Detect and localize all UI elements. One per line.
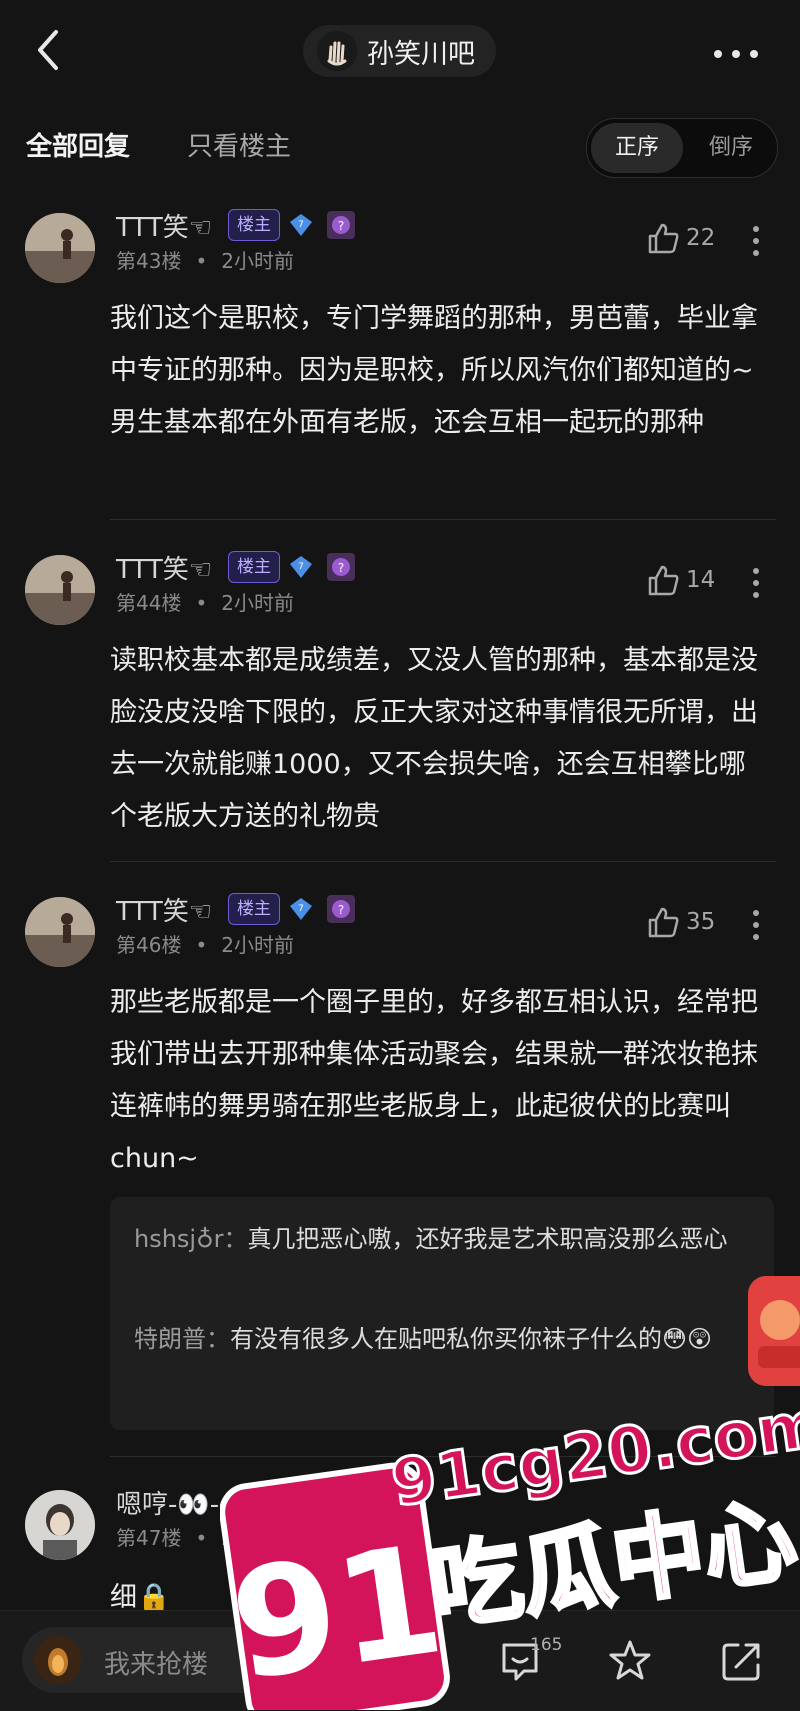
sort-ascending-button[interactable]: 正序 bbox=[591, 123, 683, 173]
user-badges: 楼主 7 ? bbox=[228, 551, 356, 583]
reply-count: 165 bbox=[530, 1635, 563, 1655]
meta-dot: • bbox=[195, 591, 208, 615]
like-button[interactable]: 14 bbox=[646, 563, 736, 603]
top-bar: 孙笑川吧 bbox=[0, 0, 800, 100]
svg-text:7: 7 bbox=[298, 562, 304, 572]
post-time: 2小时前 bbox=[221, 933, 294, 957]
divider bbox=[110, 1456, 776, 1457]
op-badge: 楼主 bbox=[228, 209, 280, 241]
post-content: 读职校基本都是成绩差，又没人管的那种，基本都是没脸没皮没啥下限的，反正大家对这种… bbox=[110, 645, 758, 832]
more-horizontal-icon[interactable] bbox=[712, 45, 760, 58]
post-meta: 第46楼 • 2小时前 bbox=[116, 929, 294, 958]
tab-op-only[interactable]: 只看楼主 bbox=[187, 126, 291, 163]
op-badge: 楼主 bbox=[228, 893, 280, 925]
floor-number: 第43楼 bbox=[116, 249, 182, 273]
svg-text:?: ? bbox=[338, 903, 344, 917]
post-content: 我们这个是职校，专门学舞蹈的那种，男芭蕾，毕业拿中专证的那种。因为是职校，所以风… bbox=[110, 303, 758, 438]
reply-input-placeholder: 我来抢楼 bbox=[104, 1650, 209, 1680]
sub-reply: hshsj♁r：真几把恶心嗷，还好我是艺术职高没那么恶心 bbox=[134, 1217, 759, 1261]
reply-filter-tabs: 全部回复 只看楼主 正序 倒序 bbox=[0, 104, 800, 188]
star-icon[interactable] bbox=[606, 1637, 654, 1685]
sort-descending-button[interactable]: 倒序 bbox=[685, 123, 777, 173]
post-meta: 第47楼 • 2小时前 bbox=[116, 1522, 294, 1551]
forum-avatar bbox=[317, 31, 357, 71]
post-time: 2小时前 bbox=[221, 249, 294, 273]
reply-author[interactable]: 特朗普： bbox=[134, 1325, 230, 1353]
like-button[interactable]: 35 bbox=[646, 905, 736, 945]
reply-input[interactable]: 我来抢楼 bbox=[22, 1627, 422, 1693]
my-avatar bbox=[34, 1636, 82, 1684]
like-count: 14 bbox=[686, 567, 716, 593]
diamond-icon: 7 bbox=[290, 898, 312, 920]
like-count: 22 bbox=[686, 225, 716, 251]
more-vertical-icon[interactable] bbox=[750, 221, 762, 261]
avatar[interactable] bbox=[25, 213, 95, 283]
svg-text:7: 7 bbox=[298, 904, 304, 914]
thumbs-up-icon bbox=[648, 223, 679, 254]
username[interactable]: TTT笑☜ bbox=[116, 207, 212, 244]
more-vertical-icon[interactable] bbox=[750, 905, 762, 945]
meta-dot: • bbox=[195, 933, 208, 957]
level-badge-icon bbox=[298, 1488, 324, 1513]
reply-text: 真几把恶心嗷，还好我是艺术职高没那么恶心 bbox=[247, 1225, 728, 1253]
thumbs-up-icon bbox=[648, 565, 679, 596]
forum-link[interactable]: 孙笑川吧 bbox=[303, 25, 496, 77]
post-content: 那些老版都是一个圈子里的，好多都互相认识，经常把我们带出去开那种集体活动聚会，结… bbox=[110, 987, 758, 1174]
svg-text:?: ? bbox=[338, 219, 344, 233]
sub-replies-box[interactable]: hshsj♁r：真几把恶心嗷，还好我是艺术职高没那么恶心 特朗普：有没有很多人在… bbox=[110, 1197, 774, 1430]
floor-number: 第47楼 bbox=[116, 1526, 182, 1550]
diamond-icon: 7 bbox=[290, 556, 312, 578]
tab-all-replies[interactable]: 全部回复 bbox=[26, 126, 130, 163]
op-badge: 楼主 bbox=[228, 551, 280, 583]
divider bbox=[110, 519, 776, 520]
level-badge-icon: ? bbox=[327, 211, 355, 239]
avatar[interactable] bbox=[25, 897, 95, 967]
divider bbox=[110, 861, 776, 862]
meta-dot: • bbox=[195, 1526, 208, 1550]
share-icon[interactable] bbox=[718, 1637, 766, 1685]
svg-text:7: 7 bbox=[298, 220, 304, 230]
floor-number: 第46楼 bbox=[116, 933, 182, 957]
post-meta: 第43楼 • 2小时前 bbox=[116, 245, 294, 274]
avatar[interactable] bbox=[25, 555, 95, 625]
avatar[interactable] bbox=[25, 1490, 95, 1560]
diamond-icon: 7 bbox=[290, 214, 312, 236]
thumbs-up-icon bbox=[648, 907, 679, 938]
meta-dot: • bbox=[195, 249, 208, 273]
sort-order-toggle: 正序 倒序 bbox=[586, 118, 778, 178]
bottom-bar: 我来抢楼 165 bbox=[0, 1610, 800, 1711]
username[interactable]: TTT笑☜ bbox=[116, 891, 212, 928]
like-button[interactable]: 22 bbox=[646, 221, 736, 261]
reply-author[interactable]: hshsj♁r： bbox=[134, 1225, 248, 1253]
post-time: 2小时前 bbox=[221, 591, 294, 615]
post-meta: 第44楼 • 2小时前 bbox=[116, 587, 294, 616]
username[interactable]: TTT笑☜ bbox=[116, 549, 212, 586]
chevron-left-icon[interactable] bbox=[30, 28, 70, 72]
diamond-icon: 7 bbox=[260, 1490, 282, 1512]
level-badge-icon: ? bbox=[327, 553, 355, 581]
forum-name: 孙笑川吧 bbox=[367, 38, 475, 70]
post-time: 2小时前 bbox=[221, 1526, 294, 1550]
level-badge-icon: ? bbox=[327, 895, 355, 923]
svg-text:7: 7 bbox=[268, 1496, 274, 1506]
like-count: 35 bbox=[686, 909, 716, 935]
floating-activity-icon[interactable] bbox=[744, 1276, 800, 1396]
reply-text: 有没有很多人在贴吧私你买你袜子什么的😳😲 bbox=[230, 1325, 713, 1353]
floor-number: 第44楼 bbox=[116, 591, 182, 615]
sub-reply: 特朗普：有没有很多人在贴吧私你买你袜子什么的😳😲 bbox=[134, 1317, 759, 1361]
user-badges: 7 bbox=[250, 1486, 326, 1516]
user-badges: 楼主 7 ? bbox=[228, 209, 356, 241]
svg-text:?: ? bbox=[338, 561, 344, 575]
user-badges: 楼主 7 ? bbox=[228, 893, 356, 925]
username[interactable]: 嗯哼-👀- bbox=[116, 1484, 219, 1521]
more-vertical-icon[interactable] bbox=[750, 563, 762, 603]
